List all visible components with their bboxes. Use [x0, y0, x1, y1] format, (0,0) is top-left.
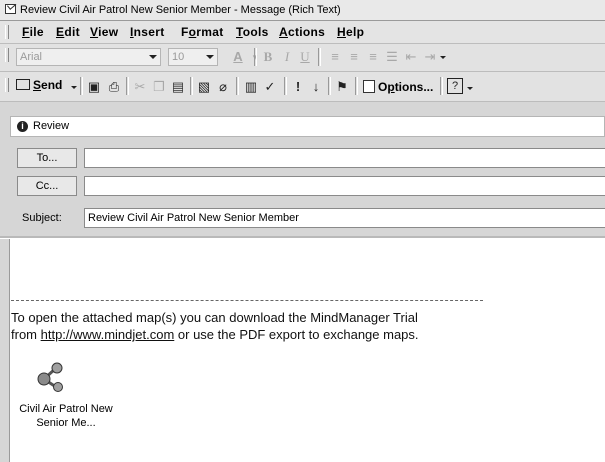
importance-low-icon[interactable]: ↓ — [308, 79, 324, 95]
importance-high-icon[interactable]: ! — [290, 79, 306, 95]
subject-label: Subject: — [22, 212, 62, 224]
italic-icon[interactable]: I — [279, 49, 295, 65]
message-window: Review Civil Air Patrol New Senior Membe… — [0, 0, 605, 462]
paste-icon[interactable]: ▤ — [170, 79, 186, 95]
subject-field[interactable]: Review Civil Air Patrol New Senior Membe… — [84, 208, 605, 228]
toolbar-grip[interactable] — [5, 48, 9, 62]
to-button[interactable]: To... — [17, 148, 77, 168]
menu-insert[interactable]: Insert — [130, 24, 164, 40]
mail-icon — [16, 79, 30, 90]
menu-tools[interactable]: Tools — [236, 24, 269, 40]
bullets-icon[interactable]: ☰ — [384, 49, 400, 65]
menu-help[interactable]: Help — [337, 24, 364, 40]
bold-icon[interactable]: B — [260, 49, 276, 65]
to-field[interactable] — [84, 148, 605, 168]
address-book-icon[interactable]: ▥ — [243, 79, 259, 95]
standard-toolbar: Send ▣ ⎙ ✂ ❐ ▤ ▧ ⌀ ▥ ✓ ! ↓ ⚑ Options... … — [0, 72, 605, 102]
title-bar: Review Civil Air Patrol New Senior Membe… — [0, 0, 605, 21]
save-icon[interactable]: ▣ — [86, 79, 102, 95]
menu-bar: File Edit View Insert Format Tools Actio… — [0, 21, 605, 44]
align-left-icon[interactable]: ≡ — [327, 49, 343, 65]
copy-icon[interactable]: ❐ — [151, 79, 167, 95]
help-icon[interactable]: ? — [447, 78, 463, 94]
paperclip-icon[interactable]: ⌀ — [215, 79, 231, 95]
cut-icon[interactable]: ✂ — [132, 79, 148, 95]
options-button[interactable]: Options... — [378, 77, 433, 97]
increase-indent-icon[interactable]: ⇥ — [422, 49, 438, 65]
mindjet-link[interactable]: http://www.mindjet.com — [41, 327, 175, 342]
message-icon — [5, 4, 16, 14]
chevron-down-icon[interactable] — [71, 86, 77, 89]
decrease-indent-icon[interactable]: ⇤ — [403, 49, 419, 65]
cc-field[interactable] — [84, 176, 605, 196]
menu-edit[interactable]: Edit — [56, 24, 80, 40]
chevron-down-icon — [206, 55, 214, 59]
print-icon[interactable]: ⎙ — [106, 79, 122, 95]
chevron-down-icon — [149, 55, 157, 59]
attach-file-icon[interactable]: ▧ — [196, 79, 212, 95]
toolbar-options-icon[interactable] — [440, 56, 446, 59]
menu-view[interactable]: View — [90, 24, 118, 40]
underline-icon[interactable]: U — [297, 49, 313, 65]
font-color-icon[interactable]: A — [230, 49, 246, 65]
toolbar-grip[interactable] — [5, 78, 9, 92]
font-size-select[interactable]: 10 — [168, 48, 218, 66]
attachment-name-line-1: Civil Air Patrol New — [19, 403, 113, 415]
formatting-toolbar: Arial 10 A ▾ B I U ≡ ≡ ≡ ☰ ⇤ ⇥ — [0, 44, 605, 72]
toolbar-options-icon[interactable] — [467, 87, 473, 90]
font-select[interactable]: Arial — [16, 48, 161, 66]
info-bar-text: Review — [33, 120, 70, 132]
info-bar: i Review — [10, 116, 605, 137]
mindmanager-icon[interactable] — [34, 362, 68, 392]
align-center-icon[interactable]: ≡ — [346, 49, 362, 65]
attachment-label[interactable]: Civil Air Patrol New Senior Me... — [11, 402, 121, 430]
menu-actions[interactable]: Actions — [279, 24, 325, 40]
attachment-name-line-2: Senior Me... — [36, 417, 96, 429]
menu-file[interactable]: File — [22, 24, 44, 40]
body-line-2: from http://www.mindjet.com or use the P… — [11, 327, 419, 342]
send-button[interactable]: Send — [16, 75, 62, 95]
window-title: Review Civil Air Patrol New Senior Membe… — [20, 4, 341, 16]
align-right-icon[interactable]: ≡ — [365, 49, 381, 65]
toolbar-grip[interactable] — [5, 25, 9, 39]
body-line-1: To open the attached map(s) you can down… — [11, 310, 418, 325]
body-separator — [11, 300, 483, 301]
flag-icon[interactable]: ⚑ — [334, 79, 350, 95]
options-icon — [363, 80, 375, 93]
check-names-icon[interactable]: ✓ — [262, 79, 278, 95]
menu-format[interactable]: Format — [181, 24, 224, 40]
info-icon: i — [17, 121, 28, 132]
cc-button[interactable]: Cc... — [17, 176, 77, 196]
